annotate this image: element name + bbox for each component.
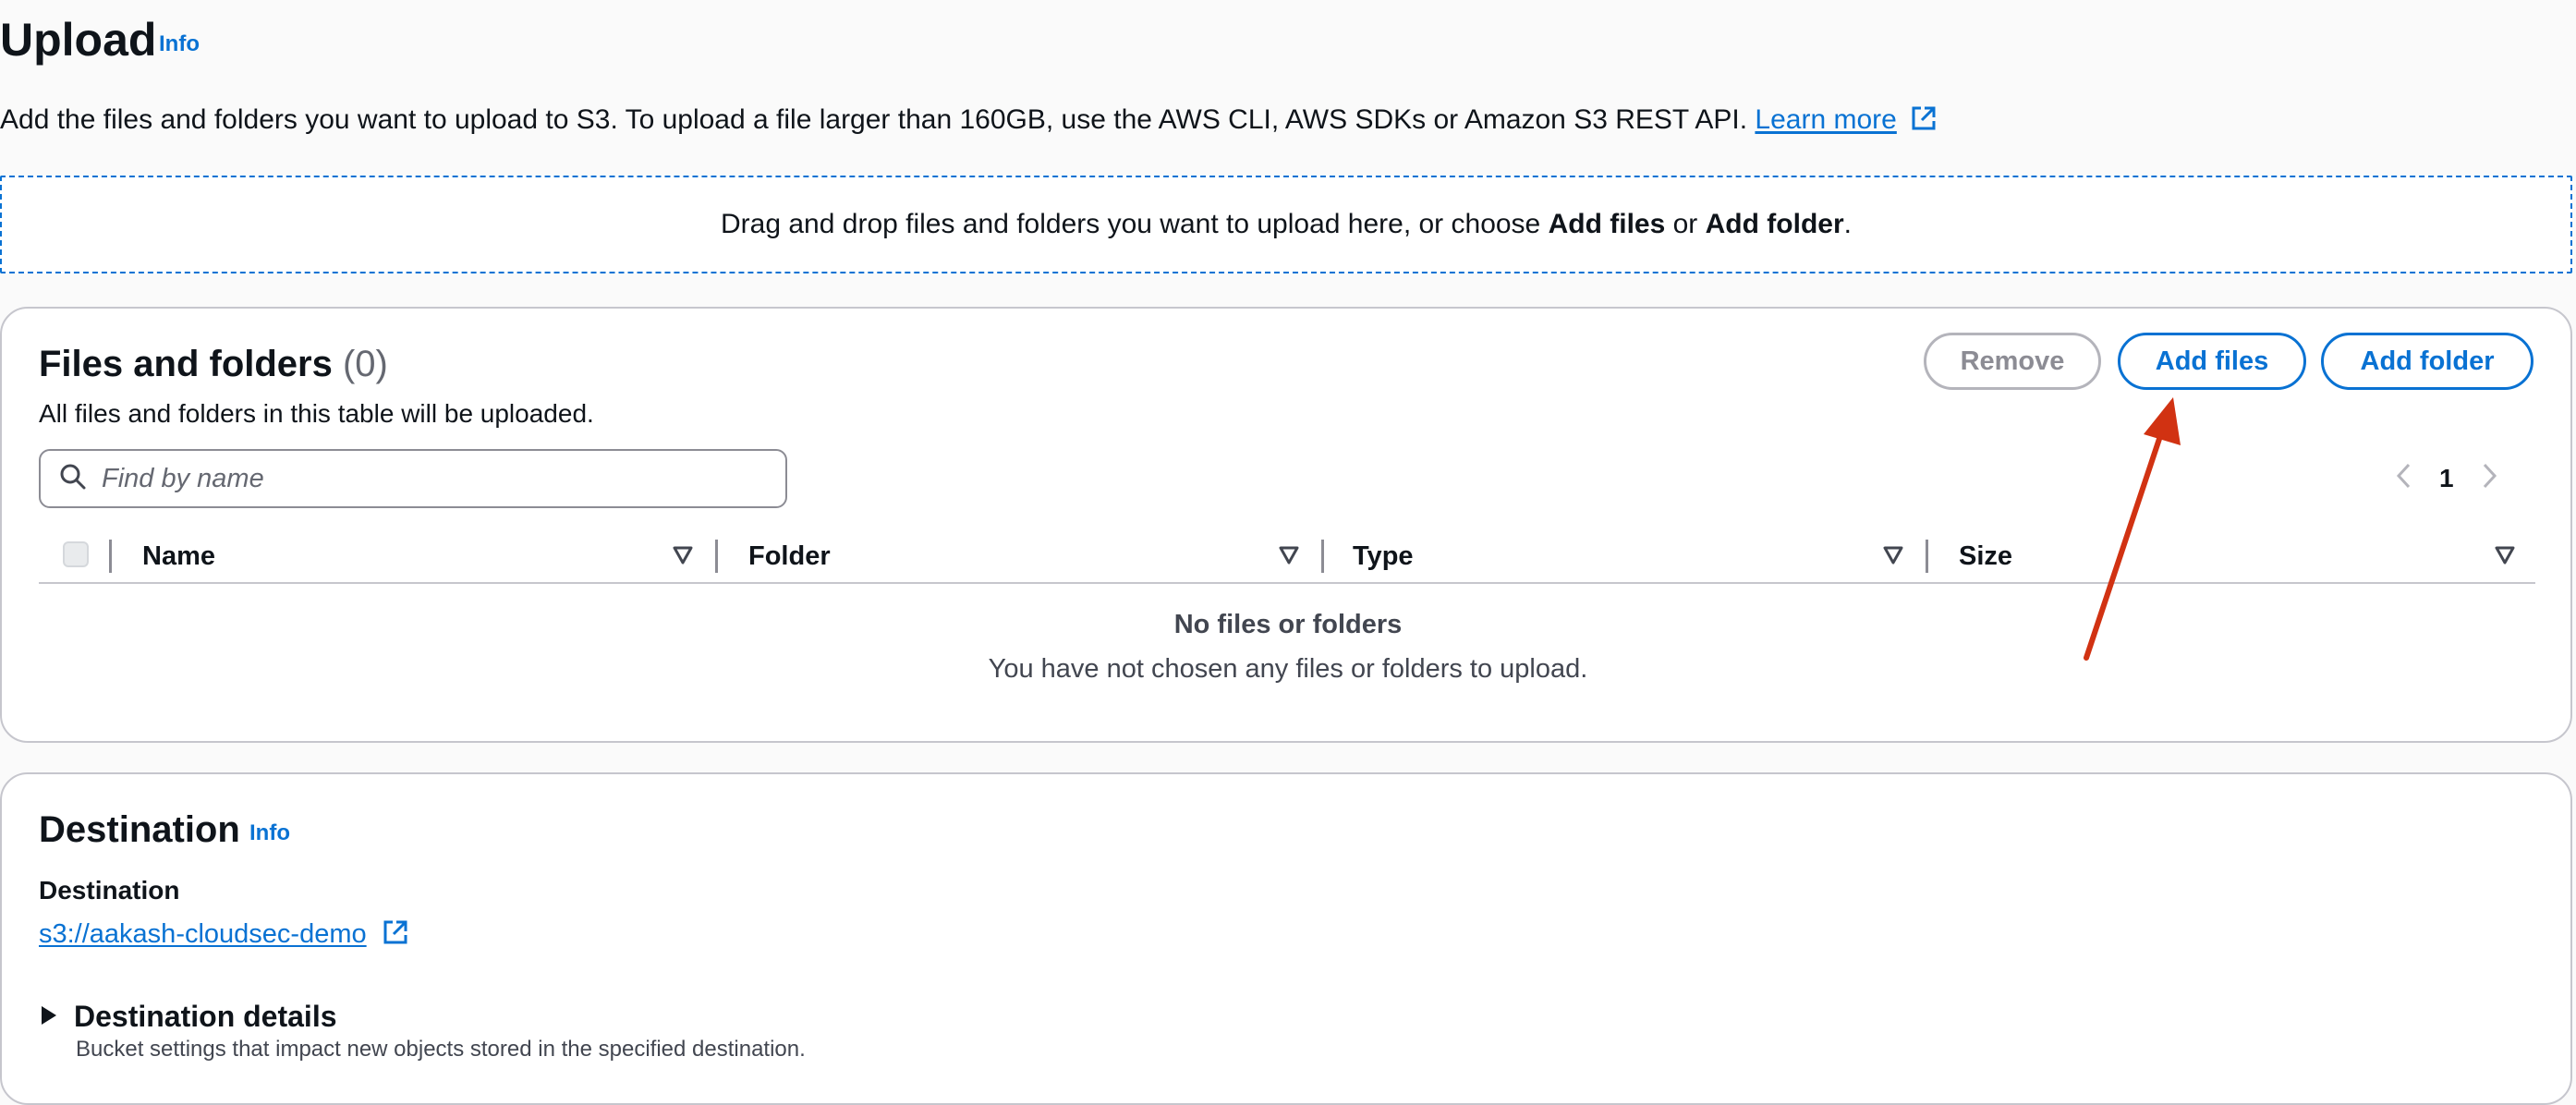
pagination: 1: [2395, 460, 2498, 497]
destination-details-toggle[interactable]: Destination details: [39, 1000, 337, 1034]
empty-state-title: No files or folders: [1173, 610, 1403, 639]
files-count: (0): [342, 344, 388, 384]
destination-link-container: s3://aakash-cloudsec-demo: [39, 918, 409, 953]
files-and-folders-panel: Files and folders (0) All files and fold…: [0, 307, 2572, 743]
column-divider[interactable]: [109, 540, 112, 573]
search-icon: [59, 463, 87, 495]
dropzone-text: Drag and drop files and folders you want…: [721, 209, 1541, 239]
files-panel-title: Files and folders (0): [39, 338, 388, 390]
page-number[interactable]: 1: [2439, 464, 2454, 493]
destination-panel: Destination Info Destination s3://aakash…: [0, 772, 2572, 1105]
empty-state-description: You have not chosen any files or folders…: [988, 654, 1588, 684]
files-panel-description: All files and folders in this table will…: [39, 399, 594, 428]
intro-text-container: Add the files and folders you want to up…: [0, 102, 1938, 142]
files-table-header: Name Folder Type Size: [39, 530, 2535, 584]
destination-details-description: Bucket settings that impact new objects …: [76, 1037, 806, 1062]
destination-info-link[interactable]: Info: [249, 820, 290, 846]
column-header-type[interactable]: Type: [1353, 541, 1414, 572]
destination-field-label: Destination: [39, 876, 180, 905]
chevron-left-icon[interactable]: [2395, 462, 2413, 496]
chevron-right-icon[interactable]: [2480, 462, 2498, 496]
upload-dropzone[interactable]: Drag and drop files and folders you want…: [0, 176, 2572, 273]
remove-button[interactable]: Remove: [1924, 333, 2101, 390]
intro-text: Add the files and folders you want to up…: [0, 104, 1748, 135]
dropzone-or-text: or: [1665, 209, 1706, 239]
sort-icon[interactable]: [671, 543, 695, 572]
add-folder-button[interactable]: Add folder: [2321, 333, 2533, 390]
destination-details-title: Destination details: [74, 1000, 337, 1033]
dropzone-period: .: [1843, 209, 1852, 239]
external-link-icon[interactable]: [1910, 104, 1938, 142]
learn-more-link[interactable]: Learn more: [1755, 104, 1896, 135]
column-header-size[interactable]: Size: [1959, 541, 2012, 572]
files-panel-title-text: Files and folders: [39, 344, 333, 384]
column-divider[interactable]: [715, 540, 718, 573]
select-all-checkbox[interactable]: [63, 541, 89, 567]
page-title: Upload: [0, 14, 157, 66]
header-info-link[interactable]: Info: [159, 31, 200, 57]
column-divider[interactable]: [1321, 540, 1324, 573]
column-header-folder[interactable]: Folder: [748, 541, 831, 572]
sort-icon[interactable]: [1881, 543, 1905, 572]
dropzone-add-folder-text: Add folder: [1705, 209, 1844, 239]
dropzone-add-files-text: Add files: [1548, 209, 1666, 239]
destination-bucket-link[interactable]: s3://aakash-cloudsec-demo: [39, 919, 367, 949]
column-header-name[interactable]: Name: [142, 541, 215, 572]
search-input[interactable]: [100, 462, 750, 495]
column-divider[interactable]: [1926, 540, 1928, 573]
sort-icon[interactable]: [2493, 543, 2517, 572]
external-link-icon[interactable]: [382, 918, 409, 953]
destination-title: Destination: [39, 809, 240, 850]
search-field[interactable]: [39, 449, 787, 508]
add-files-button[interactable]: Add files: [2118, 333, 2306, 390]
sort-icon[interactable]: [1277, 543, 1301, 572]
caret-right-icon: [39, 1000, 59, 1034]
